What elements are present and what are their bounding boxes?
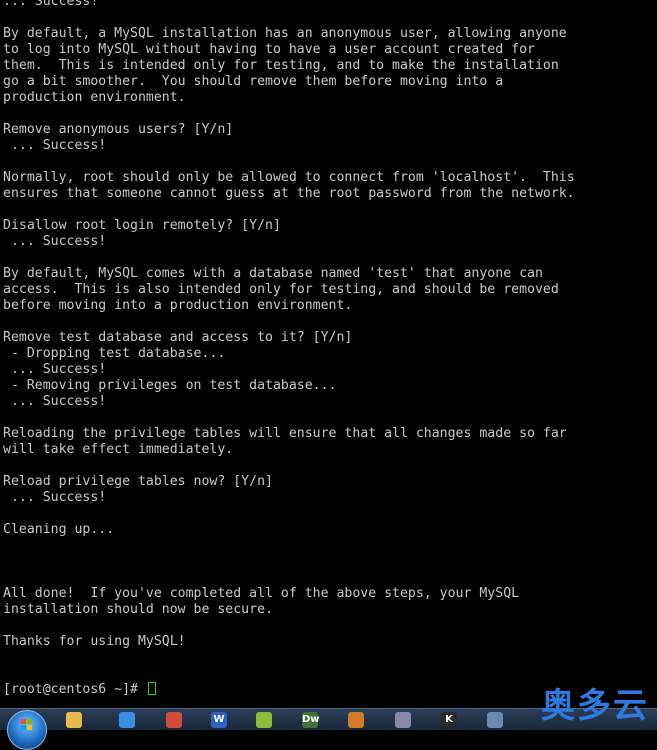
terminal-line: Thanks for using MySQL! <box>3 634 186 649</box>
watermark-logo: 奥多云 <box>541 686 649 726</box>
dreamweaver-icon[interactable]: Dw <box>302 712 320 728</box>
terminal-line: ... Success! <box>3 138 107 153</box>
windows-logo-icon <box>21 719 33 731</box>
terminal-line: - Removing privileges on test database..… <box>3 378 337 393</box>
terminal-line: ... Success! <box>3 394 107 409</box>
app-icon-yellow[interactable] <box>256 712 272 728</box>
file-explorer-icon[interactable] <box>66 712 82 728</box>
settings-icon[interactable] <box>487 712 503 728</box>
terminal-line: Remove anonymous users? [Y/n] <box>3 122 234 137</box>
terminal-line: ... Success! <box>3 362 107 377</box>
shell-prompt[interactable]: [root@centos6 ~]# <box>3 682 156 698</box>
terminal-icon[interactable]: K <box>441 712 457 728</box>
app-icon-cat[interactable] <box>348 712 364 728</box>
terminal-line: Reload privilege tables now? [Y/n] <box>3 474 273 489</box>
text-cursor <box>147 682 156 695</box>
terminal-line: By default, MySQL comes with a database … <box>3 266 543 281</box>
terminal-line: All done! If you've completed all of the… <box>3 586 520 601</box>
terminal-line: to log into MySQL without having to have… <box>3 42 535 57</box>
terminal-line: Cleaning up... <box>3 522 115 537</box>
terminal-line: ... Success! <box>3 490 107 505</box>
terminal-line: installation should now be secure. <box>3 602 273 617</box>
terminal-line: Normally, root should only be allowed to… <box>3 170 575 185</box>
terminal-line: Disallow root login remotely? [Y/n] <box>3 218 281 233</box>
terminal-line: ... Success! <box>3 0 99 9</box>
start-button[interactable] <box>7 710 47 750</box>
terminal-line: go a bit smoother. You should remove the… <box>3 74 504 89</box>
prompt-text: [root@centos6 ~]# <box>3 682 146 697</box>
terminal-line: ensures that someone cannot guess at the… <box>3 186 575 201</box>
terminal-line: By default, a MySQL installation has an … <box>3 26 567 41</box>
terminal-line: - Dropping test database... <box>3 346 226 361</box>
terminal-line: before moving into a production environm… <box>3 298 353 313</box>
terminal-line: Remove test database and access to it? [… <box>3 330 353 345</box>
app-icon-round[interactable] <box>395 712 411 728</box>
terminal-line: ... Success! <box>3 234 107 249</box>
terminal-line: access. This is also intended only for t… <box>3 282 559 297</box>
terminal-window[interactable]: ... Success! By default, a MySQL installa… <box>0 0 657 708</box>
terminal-line: production environment. <box>3 90 186 105</box>
terminal-line: them. This is intended only for testing,… <box>3 58 559 73</box>
word-icon[interactable]: W <box>211 712 227 728</box>
network-icon[interactable] <box>119 712 135 728</box>
terminal-line: Reloading the privilege tables will ensu… <box>3 426 567 441</box>
terminal-line: will take effect immediately. <box>3 442 234 457</box>
chrome-icon[interactable] <box>166 712 182 728</box>
